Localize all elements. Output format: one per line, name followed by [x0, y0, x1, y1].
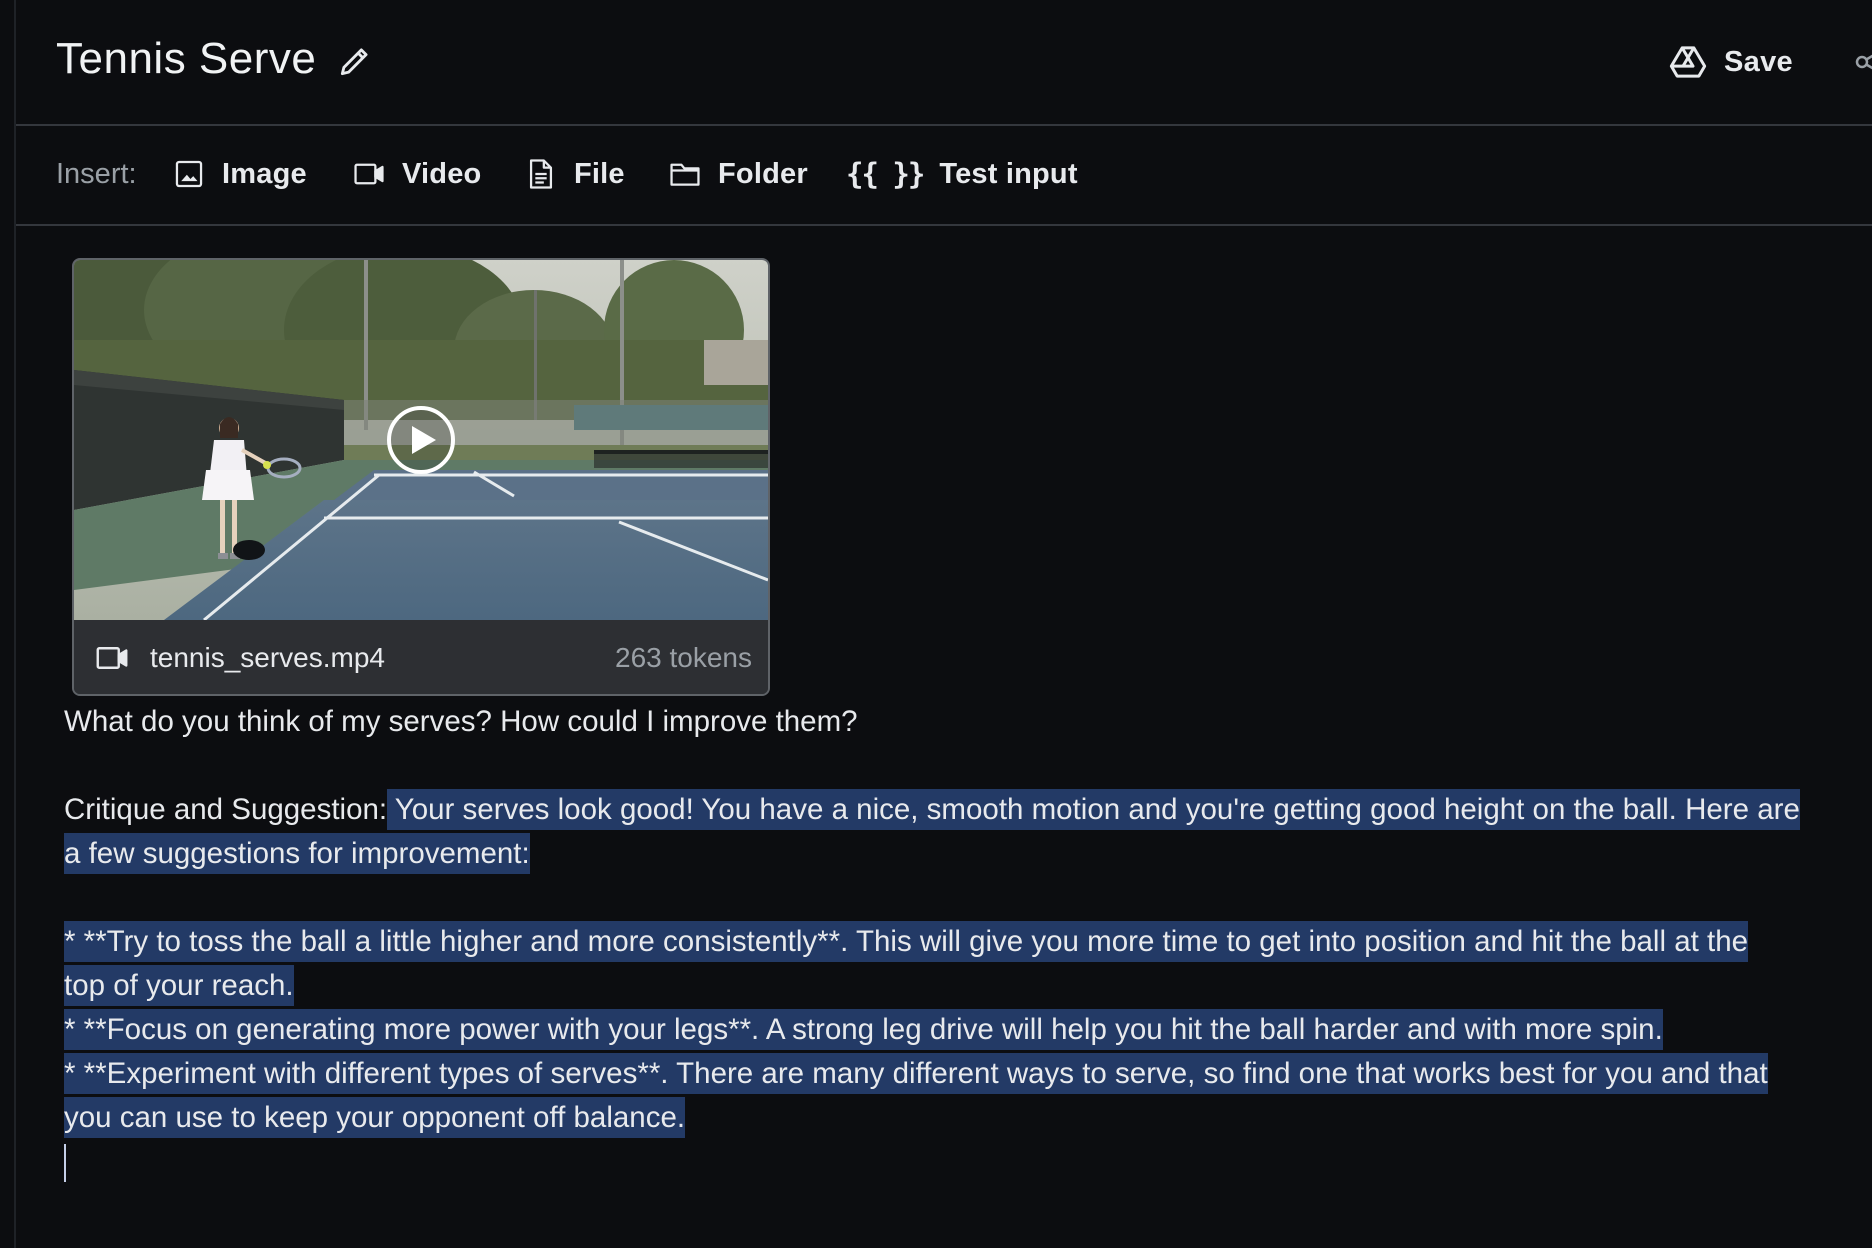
- suggestion-2: * **Focus on generating more power with …: [64, 1008, 1864, 1052]
- video-label: Video: [402, 157, 482, 190]
- attachment-footer: tennis_serves.mp4 263 tokens: [74, 620, 768, 694]
- critique-prefix: Critique and Suggestion:: [64, 793, 388, 826]
- pencil-icon[interactable]: [336, 42, 374, 80]
- folder-label: Folder: [718, 157, 808, 190]
- suggestion-1-cont: top of your reach.: [64, 964, 1864, 1008]
- suggestion-3: * **Experiment with different types of s…: [64, 1052, 1864, 1096]
- file-icon: [529, 159, 553, 189]
- insert-image-button[interactable]: Image: [172, 150, 307, 198]
- selected-text: * **Try to toss the ball a little higher…: [64, 921, 1749, 962]
- attachment-token-count: 263 tokens: [615, 642, 752, 673]
- video-thumbnail[interactable]: [74, 260, 768, 620]
- selected-text: top of your reach.: [64, 965, 294, 1006]
- share-icon[interactable]: [1852, 42, 1872, 82]
- braces-icon: {{ }}: [846, 157, 925, 191]
- video-icon: [96, 647, 128, 669]
- insert-folder-button[interactable]: Folder: [668, 150, 808, 198]
- folder-icon: [670, 163, 700, 186]
- suggestion-1: * **Try to toss the ball a little higher…: [64, 920, 1864, 964]
- insert-test-input-button[interactable]: {{ }} Test input: [846, 150, 1078, 198]
- attachment-filename: tennis_serves.mp4: [150, 642, 386, 673]
- test-input-label: Test input: [939, 157, 1078, 190]
- image-icon: [175, 160, 203, 188]
- video-icon: [354, 163, 384, 185]
- video-attachment-card[interactable]: tennis_serves.mp4 263 tokens: [72, 258, 770, 696]
- file-label: File: [574, 157, 625, 190]
- suggestion-3-cont: you can use to keep your opponent off ba…: [64, 1096, 1864, 1140]
- critique-paragraph: Critique and Suggestion: Your serves loo…: [64, 788, 1864, 832]
- selected-text: a few suggestions for improvement:: [64, 833, 530, 874]
- insert-label: Insert:: [56, 158, 137, 190]
- selected-text: you can use to keep your opponent off ba…: [64, 1097, 686, 1138]
- prompt-text-area[interactable]: What do you think of my serves? How coul…: [64, 700, 1864, 1184]
- header-bar: Tennis Serve Save: [16, 0, 1872, 126]
- page-title: Tennis Serve: [56, 34, 317, 83]
- tennis-court-thumbnail: [74, 260, 768, 620]
- prompt-question: What do you think of my serves? How coul…: [64, 705, 858, 738]
- save-label: Save: [1724, 45, 1793, 78]
- text-cursor: [64, 1144, 66, 1183]
- prompt-editor: Tennis Serve Save Insert: Image Video Fi…: [0, 0, 1872, 1248]
- selected-text: Your serves look good! You have a nice, …: [387, 789, 1800, 830]
- insert-toolbar: Insert: Image Video File Folder {{}} Te…: [16, 126, 1872, 226]
- insert-video-button[interactable]: Video: [352, 150, 481, 198]
- save-button[interactable]: Save: [1668, 38, 1793, 86]
- insert-file-button[interactable]: File: [524, 150, 625, 198]
- selected-text: * **Focus on generating more power with …: [64, 1009, 1663, 1050]
- image-label: Image: [222, 157, 307, 190]
- selected-text: * **Experiment with different types of s…: [64, 1053, 1768, 1094]
- caret-line: [64, 1140, 1864, 1184]
- drive-icon: [1669, 46, 1707, 78]
- critique-paragraph-cont: a few suggestions for improvement:: [64, 832, 1864, 876]
